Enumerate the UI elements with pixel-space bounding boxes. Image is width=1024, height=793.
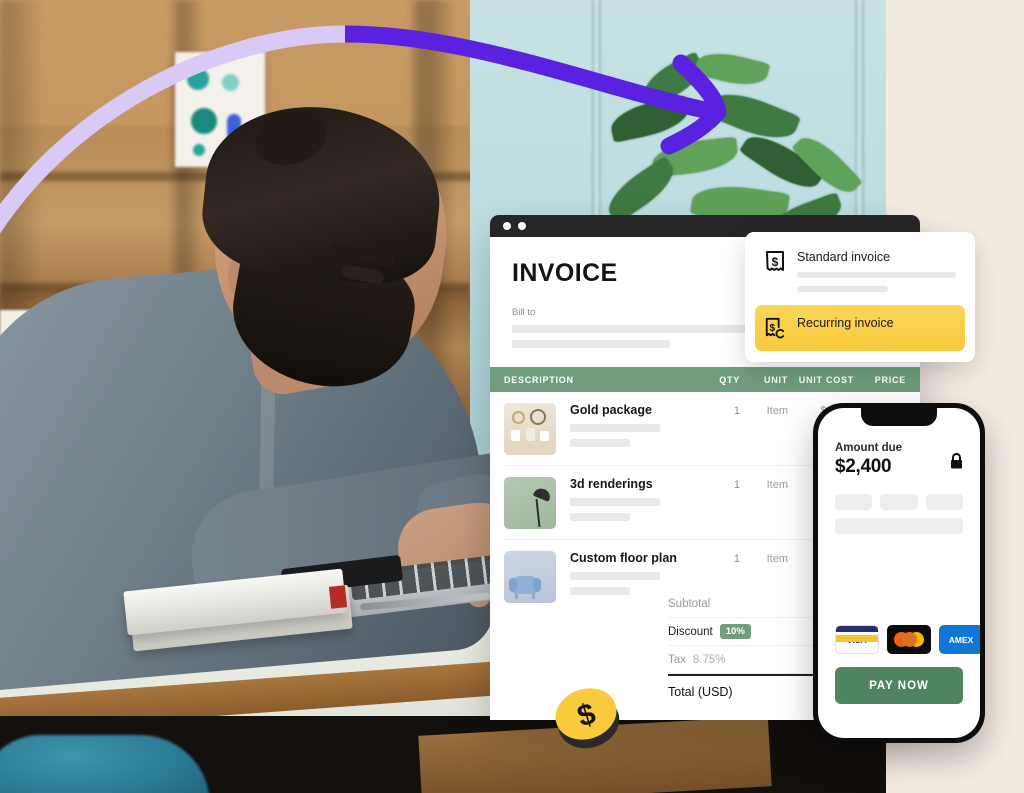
line-item-qty: 1 xyxy=(733,479,740,491)
column-header-description: DESCRIPTION xyxy=(504,374,574,385)
line-item-unit: Item xyxy=(766,405,788,417)
payment-input-placeholder[interactable] xyxy=(925,494,963,510)
line-item-body: Custom floor plan xyxy=(570,551,698,595)
amount-due-label: Amount due xyxy=(835,442,903,454)
line-item-thumbnail xyxy=(504,403,556,455)
menu-item-placeholder-line xyxy=(797,286,888,292)
tax-rate: 8.75% xyxy=(692,653,726,666)
pay-now-button[interactable]: PAY NOW xyxy=(835,667,963,704)
discount-label: Discount xyxy=(668,625,713,638)
line-item-unit: Item xyxy=(766,553,788,565)
menu-item-recurring-invoice[interactable]: $ Recurring invoice xyxy=(755,305,965,351)
payment-fields-row xyxy=(835,494,963,510)
bill-to-line-placeholder xyxy=(512,325,767,333)
bookmark-ribbon xyxy=(328,585,348,609)
amex-logo: AMEX xyxy=(939,625,980,654)
svg-text:$: $ xyxy=(769,323,775,334)
total-label: Total (USD) xyxy=(668,685,733,699)
phone-notch xyxy=(861,408,937,426)
payment-input-placeholder[interactable] xyxy=(880,494,918,510)
menu-item-label: Standard invoice xyxy=(797,250,891,264)
hero-image: INVOICE Bill to DESCRIPTION QTY UNIT UNI… xyxy=(0,0,1024,793)
menu-item-placeholder-line xyxy=(797,272,956,278)
line-item-unit: Item xyxy=(766,479,788,491)
mastercard-logo xyxy=(887,625,931,654)
line-item-qty: 1 xyxy=(733,553,740,565)
line-item-body: Gold package xyxy=(570,403,698,447)
column-header-unit-cost: UNIT COST xyxy=(798,374,854,385)
payment-phone-mockup: Amount due $2,400 VISA xyxy=(813,403,985,743)
invoice-type-dropdown: $ Standard invoice $ Recurring invoice xyxy=(745,232,975,362)
accepted-cards: VISA AMEX xyxy=(835,625,980,654)
receipt-dollar-recurring-icon: $ xyxy=(765,317,785,339)
column-header-price: PRICE xyxy=(874,374,906,385)
line-items-header: DESCRIPTION QTY UNIT UNIT COST PRICE xyxy=(490,367,920,392)
padlock-icon xyxy=(951,452,962,469)
payment-input-placeholder[interactable] xyxy=(835,518,963,534)
window-dot[interactable] xyxy=(518,222,526,230)
line-item-name: 3d renderings xyxy=(570,477,653,491)
visa-logo: VISA xyxy=(835,625,879,654)
line-item-thumbnail xyxy=(504,477,556,529)
svg-text:$: $ xyxy=(772,255,779,269)
menu-item-standard-invoice[interactable]: $ Standard invoice xyxy=(755,243,965,299)
tax-label: Tax xyxy=(668,653,686,666)
discount-badge[interactable]: 10% xyxy=(719,624,751,639)
column-header-unit: UNIT xyxy=(764,374,788,385)
line-item-desc-placeholder xyxy=(570,572,660,580)
payment-input-placeholder[interactable] xyxy=(835,494,873,510)
amount-due-value: $2,400 xyxy=(835,456,892,477)
phone-payment-panel: Amount due $2,400 xyxy=(818,408,980,534)
line-item-desc-placeholder xyxy=(570,587,631,595)
menu-item-label: Recurring invoice xyxy=(797,316,894,330)
receipt-dollar-icon: $ xyxy=(766,251,784,271)
column-header-qty: QTY xyxy=(719,374,740,385)
window-dot[interactable] xyxy=(503,222,511,230)
line-item-desc-placeholder xyxy=(570,439,631,447)
line-item-desc-placeholder xyxy=(570,424,660,432)
line-item-body: 3d renderings xyxy=(570,477,698,521)
subtotal-label: Subtotal xyxy=(668,597,711,610)
bill-to-line-placeholder xyxy=(512,340,671,348)
phone-screen: Amount due $2,400 VISA xyxy=(818,408,980,738)
dollar-coin: $ xyxy=(555,688,620,749)
line-item-name: Gold package xyxy=(570,403,652,417)
line-item-desc-placeholder xyxy=(570,498,660,506)
line-item-name: Custom floor plan xyxy=(570,551,677,565)
line-item-qty: 1 xyxy=(733,405,740,417)
line-item-desc-placeholder xyxy=(570,513,631,521)
line-item-thumbnail xyxy=(504,551,556,603)
